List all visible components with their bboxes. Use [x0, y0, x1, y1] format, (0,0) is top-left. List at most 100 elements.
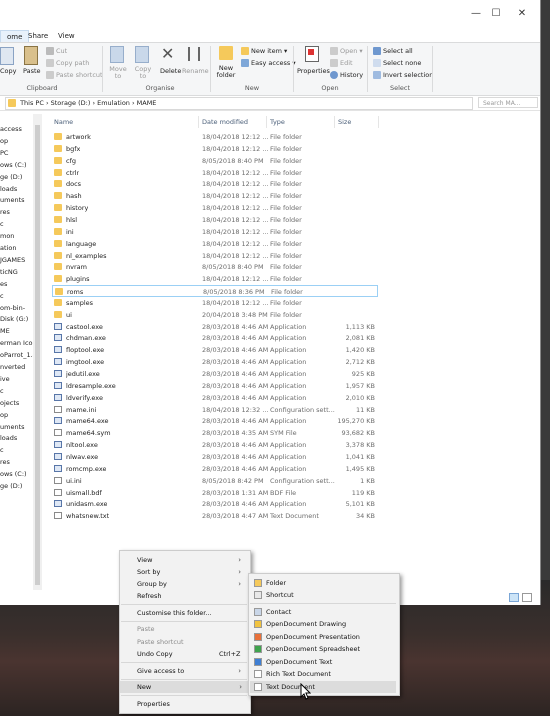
sidebar-item[interactable]: c: [0, 218, 4, 230]
table-row[interactable]: unidasm.exe 28/03/2018 4:46 AM Application…: [52, 498, 377, 510]
submenu-item-shortcut[interactable]: Shortcut: [250, 589, 396, 601]
submenu-item-folder[interactable]: Folder: [250, 577, 396, 589]
submenu-item-presentation[interactable]: OpenDocument Presentation: [250, 631, 396, 643]
sidebar-item[interactable]: access: [0, 123, 22, 135]
sidebar-item[interactable]: op: [0, 409, 8, 421]
close-button[interactable]: ✕: [512, 8, 532, 19]
sidebar-item[interactable]: res: [0, 456, 10, 468]
column-name[interactable]: Name: [54, 117, 73, 127]
sidebar-item[interactable]: ojects: [0, 397, 19, 409]
table-row[interactable]: castool.exe 28/03/2018 4:46 AM Application…: [52, 321, 377, 333]
table-row[interactable]: hash 18/04/2018 12:12 ... File folder: [52, 190, 377, 202]
sidebar-item[interactable]: ME: [0, 325, 10, 337]
tab-view[interactable]: View: [52, 30, 81, 42]
submenu-item-txt[interactable]: Text Document: [250, 680, 396, 693]
rename-button[interactable]: Rename: [182, 67, 209, 75]
column-type[interactable]: Type: [270, 117, 285, 127]
table-row[interactable]: ui.ini 8/05/2018 8:42 PM Configuration set…: [52, 475, 377, 487]
sidebar-item[interactable]: Disk (G:): [0, 313, 28, 325]
table-row[interactable]: hlsl 18/04/2018 12:12 ... File folder: [52, 214, 377, 226]
menu-item-undo-copy[interactable]: Undo Copy Ctrl+Z: [137, 648, 247, 660]
sidebar-item[interactable]: c: [0, 385, 4, 397]
sidebar-item[interactable]: op: [0, 135, 8, 147]
sidebar-item[interactable]: ge (D:): [0, 171, 22, 183]
table-row[interactable]: ldverify.exe 28/03/2018 4:46 AM Applicatio…: [52, 392, 377, 404]
submenu-item-text[interactable]: OpenDocument Text: [250, 656, 396, 668]
properties-button[interactable]: Properties: [297, 67, 330, 75]
table-row[interactable]: cfg 8/05/2018 8:40 PM File folder: [52, 155, 377, 167]
sidebar-item[interactable]: es: [0, 278, 7, 290]
table-row[interactable]: docs 18/04/2018 12:12 ... File folder: [52, 178, 377, 190]
table-row[interactable]: ldresample.exe 28/03/2018 4:46 AM Applicat…: [52, 380, 377, 392]
sidebar-item[interactable]: loads: [0, 183, 17, 195]
table-row[interactable]: plugins 18/04/2018 12:12 ... File folder: [52, 273, 377, 285]
details-view-icon[interactable]: [509, 593, 519, 602]
sidebar-item[interactable]: c: [0, 290, 4, 302]
delete-button[interactable]: Delete: [160, 67, 181, 75]
menu-item-give-access[interactable]: Give access to ›: [137, 665, 247, 677]
sidebar-item[interactable]: loads: [0, 432, 17, 444]
search-input[interactable]: Search MA...: [478, 97, 538, 108]
table-row[interactable]: whatsnew.txt 28/03/2018 4:47 AM Text Docum…: [52, 510, 377, 522]
table-row[interactable]: ini 18/04/2018 12:12 ... File folder: [52, 226, 377, 238]
maximize-button[interactable]: ☐: [486, 8, 506, 19]
edit-button[interactable]: Edit: [330, 59, 353, 67]
easy-access-button[interactable]: Easy access ▾: [241, 59, 296, 67]
menu-item-properties[interactable]: Properties: [137, 698, 247, 710]
table-row[interactable]: nltool.exe 28/03/2018 4:46 AM Application 3…: [52, 439, 377, 451]
menu-item-view[interactable]: View ›: [137, 554, 247, 566]
menu-item-group-by[interactable]: Group by ›: [137, 578, 247, 590]
table-row[interactable]: mame64.sym 28/03/2018 4:35 AM SYM File 93,6…: [52, 427, 377, 439]
table-row[interactable]: floptool.exe 28/03/2018 4:46 AM Applicatio…: [52, 344, 377, 356]
sidebar-item[interactable]: ation: [0, 242, 16, 254]
table-row[interactable]: nl_examples 18/04/2018 12:12 ... File fold…: [52, 250, 377, 262]
new-item-button[interactable]: New item ▾: [241, 47, 287, 55]
paste-button[interactable]: Paste: [23, 67, 41, 75]
paste-shortcut-button[interactable]: Paste shortcut: [46, 71, 103, 79]
table-row[interactable]: imgtool.exe 28/03/2018 4:46 AM Application…: [52, 356, 377, 368]
submenu-item-drawing[interactable]: OpenDocument Drawing: [250, 618, 396, 630]
open-button[interactable]: Open ▾: [330, 47, 363, 55]
move-to-button[interactable]: Move to: [108, 66, 128, 80]
cut-button[interactable]: Cut: [46, 47, 67, 55]
copy-to-button[interactable]: Copy to: [133, 66, 153, 80]
copy-path-button[interactable]: Copy path: [46, 59, 89, 67]
invert-selection-button[interactable]: Invert selection: [373, 71, 433, 79]
table-row[interactable]: ctrlr 18/04/2018 12:12 ... File folder: [52, 167, 377, 179]
column-date[interactable]: Date modified: [202, 117, 248, 127]
sidebar-item[interactable]: om-bin-: [0, 302, 25, 314]
table-row[interactable]: jedutil.exe 28/03/2018 4:46 AM Application…: [52, 368, 377, 380]
sidebar-item[interactable]: ge (D:): [0, 480, 22, 492]
sidebar-item[interactable]: PC: [0, 147, 8, 159]
sidebar-item[interactable]: res: [0, 206, 10, 218]
new-folder-button[interactable]: New folder: [215, 65, 237, 79]
table-row[interactable]: chdman.exe 28/03/2018 4:46 AM Application 2…: [52, 332, 377, 344]
nav-scrollbar-thumb[interactable]: [35, 125, 40, 585]
menu-item-new[interactable]: New ›: [120, 681, 248, 694]
breadcrumb[interactable]: This PC › Storage (D:) › Emulation › MAM…: [20, 99, 156, 107]
table-row[interactable]: bgfx 18/04/2018 12:12 ... File folder: [52, 143, 377, 155]
address-bar[interactable]: This PC › Storage (D:) › Emulation › MAM…: [5, 97, 473, 110]
menu-item-sort-by[interactable]: Sort by ›: [137, 566, 247, 578]
submenu-item-spreadsheet[interactable]: OpenDocument Spreadsheet: [250, 643, 396, 655]
table-row[interactable]: romcmp.exe 28/03/2018 4:46 AM Application 1…: [52, 463, 377, 475]
menu-item-customise[interactable]: Customise this folder...: [137, 607, 247, 619]
submenu-item-rtf[interactable]: Rich Text Document: [250, 668, 396, 680]
table-row[interactable]: nlwav.exe 28/03/2018 4:46 AM Application 1,…: [52, 451, 377, 463]
column-size[interactable]: Size: [338, 117, 351, 127]
minimize-button[interactable]: —: [466, 8, 486, 19]
table-row[interactable]: language 18/04/2018 12:12 ... File folder: [52, 238, 377, 250]
table-row[interactable]: samples 18/04/2018 12:12 ... File folder: [52, 297, 377, 309]
table-row[interactable]: history 18/04/2018 12:12 ... File folder: [52, 202, 377, 214]
table-row[interactable]: nvram 8/05/2018 8:40 PM File folder: [52, 261, 377, 273]
history-button[interactable]: History: [330, 71, 363, 79]
sidebar-item[interactable]: nverted: [0, 361, 25, 373]
large-icons-view-icon[interactable]: [522, 593, 532, 602]
table-row[interactable]: mame.ini 18/04/2018 12:32 ... Configuratio…: [52, 404, 377, 416]
sidebar-item[interactable]: ows (C:): [0, 468, 27, 480]
table-row[interactable]: roms 8/05/2018 8:36 PM File folder: [52, 285, 378, 298]
select-all-button[interactable]: Select all: [373, 47, 413, 55]
select-none-button[interactable]: Select none: [373, 59, 421, 67]
menu-item-paste[interactable]: Paste: [137, 623, 247, 635]
sidebar-item[interactable]: erman Icon: [0, 337, 37, 349]
